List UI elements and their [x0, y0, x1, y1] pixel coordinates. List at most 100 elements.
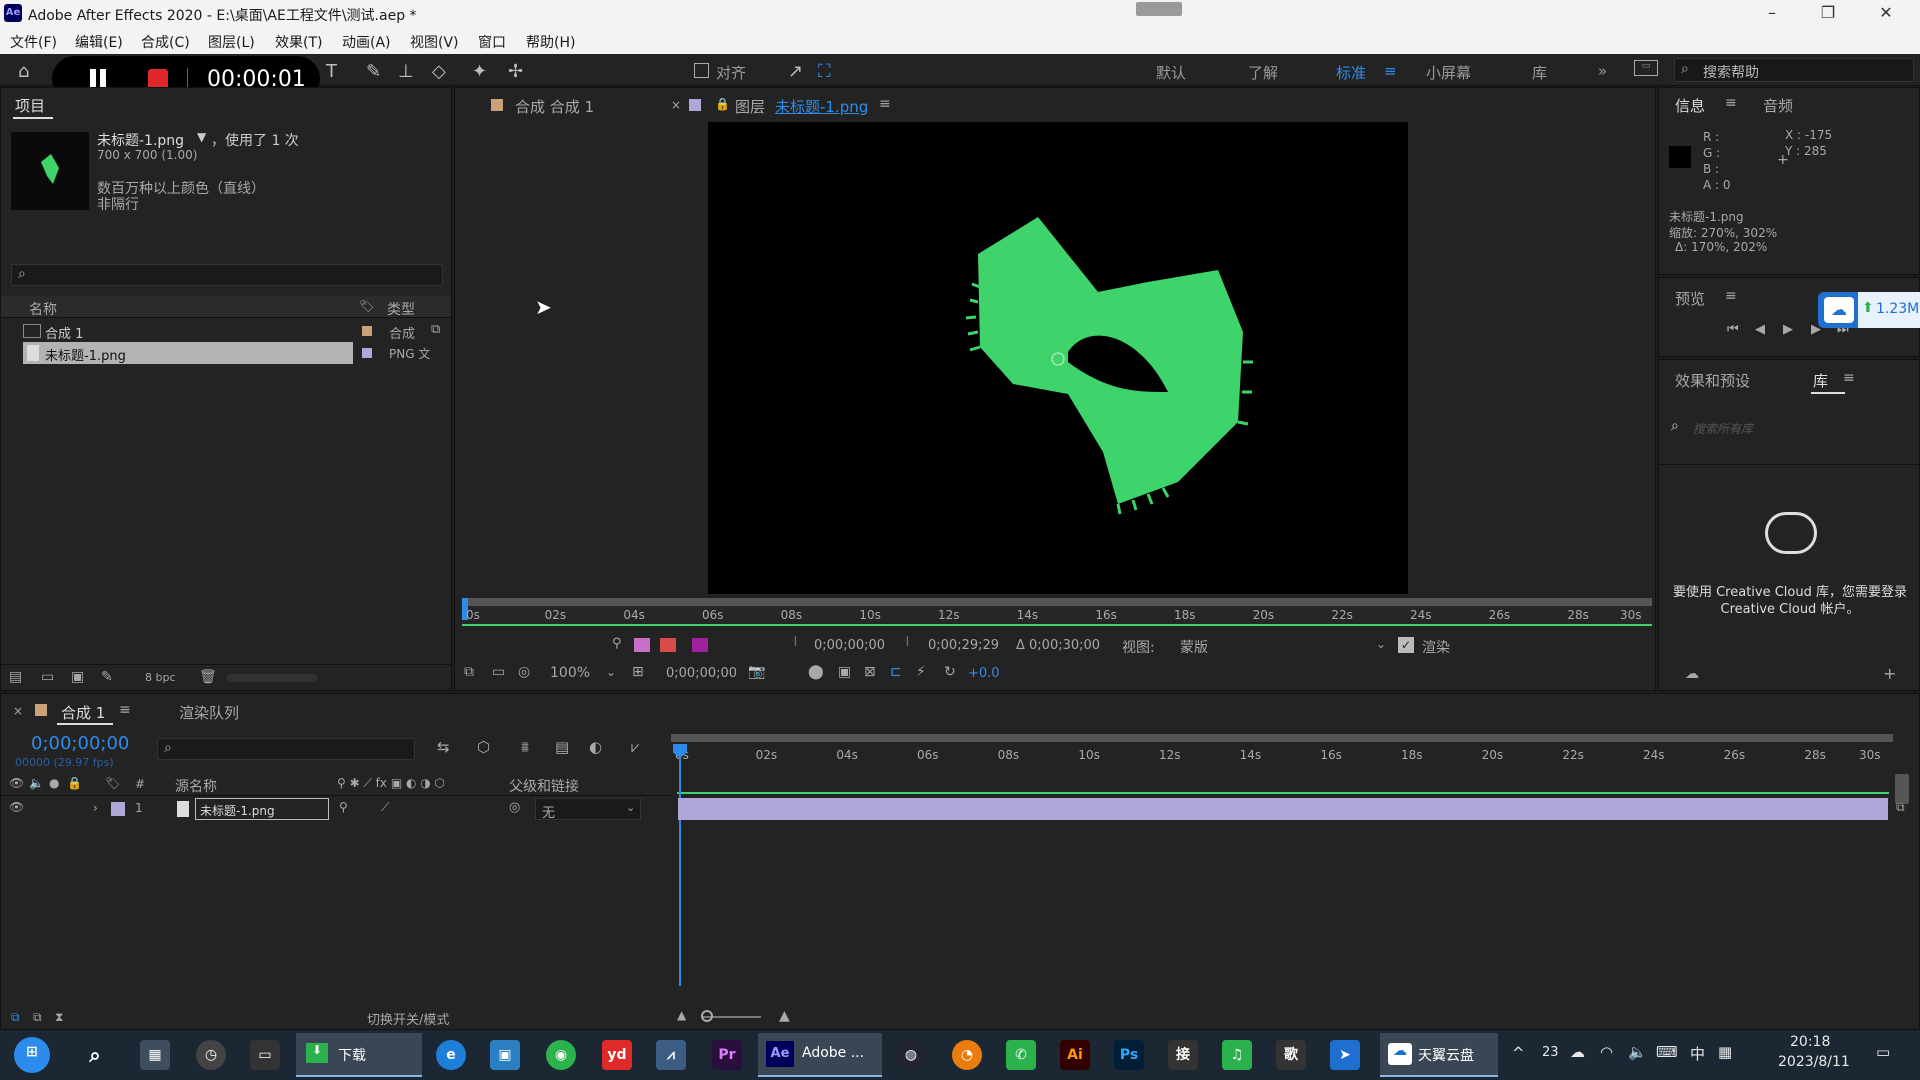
minimize-button[interactable]: – [1760, 3, 1784, 22]
color-swatch-icon[interactable] [660, 638, 676, 652]
viewer-work-area-bar[interactable] [462, 598, 1652, 606]
expand-chevron-icon[interactable]: › [93, 801, 98, 815]
new-composition-icon[interactable]: ▣ [71, 669, 84, 685]
display-icon[interactable]: ▭ [492, 664, 505, 680]
reset-exposure-icon[interactable]: ↻ [944, 664, 956, 680]
parent-link-header[interactable]: 父级和链接 [509, 776, 579, 796]
audio-speaker-icon[interactable]: 🔈 [29, 776, 44, 790]
comp-mini-flowchart-icon[interactable]: ⇆ [437, 738, 450, 756]
cinema4d-icon[interactable]: ◍ [896, 1040, 926, 1070]
play-icon[interactable]: ▶ [1783, 322, 1793, 337]
image-viewer-icon[interactable]: ▣ [490, 1040, 520, 1070]
illustrator-icon[interactable]: Ai [1060, 1040, 1090, 1070]
onedrive-icon[interactable]: ☁ [1570, 1043, 1585, 1061]
clock-date[interactable]: 2023/8/11 [1778, 1054, 1850, 1070]
wifi-icon[interactable]: ◠ [1600, 1043, 1613, 1061]
start-button-icon[interactable]: ⊞ [14, 1037, 50, 1073]
resolution-icon[interactable]: ⊞ [632, 664, 644, 680]
timeline-playhead-line[interactable] [679, 746, 681, 986]
align-checkbox-icon[interactable] [694, 63, 709, 78]
music-app-icon[interactable]: ♫ [1222, 1040, 1252, 1070]
column-type[interactable]: 类型 [387, 299, 415, 319]
magnification-dropdown[interactable]: 100% [550, 665, 590, 681]
interpret-footage-icon[interactable]: ▤ [9, 669, 22, 685]
settings-brush-icon[interactable]: ✎ [101, 669, 113, 685]
exposure-value[interactable]: +0.0 [968, 666, 1000, 681]
viewer-time-ruler[interactable]: 0s 02s 04s 06s 08s 10s 12s 14s 16s 18s 20s 22s 24s 26… [462, 598, 1652, 628]
terminal-icon[interactable]: ▭ [250, 1040, 280, 1070]
snapshot-icon[interactable]: 📷 [748, 664, 765, 680]
menu-animation[interactable]: 动画(A) [342, 32, 391, 52]
quality-switch-icon[interactable]: ⟋ [381, 800, 389, 815]
project-zoom-slider[interactable] [227, 674, 317, 682]
delete-icon[interactable]: 🗑 [199, 669, 217, 685]
motion-blur-icon[interactable]: ◐ [589, 738, 602, 756]
color-swatch-icon[interactable] [634, 638, 650, 652]
clock-time[interactable]: 20:18 [1790, 1034, 1830, 1050]
in-point-time[interactable]: 0;00;00;00 [814, 638, 885, 653]
edge-browser-icon[interactable]: e [436, 1040, 466, 1070]
restore-button[interactable]: ❐ [1816, 3, 1840, 22]
puppet-icon[interactable]: ⚲ [612, 636, 622, 651]
premiere-icon[interactable]: Pr [712, 1040, 742, 1070]
menu-composition[interactable]: 合成(C) [141, 32, 190, 52]
toggle-switches-modes[interactable]: 切换开关/模式 [367, 1009, 449, 1028]
menu-effect[interactable]: 效果(T) [275, 32, 322, 52]
layer-lock-icon[interactable]: ⧉ [1896, 800, 1905, 815]
keyboard-icon[interactable]: ⌨ [1656, 1043, 1678, 1061]
color-depth-label[interactable]: 8 bpc [145, 671, 176, 684]
clone-stamp-icon[interactable]: ⊥ [398, 61, 414, 82]
new-folder-icon[interactable]: ▭ [41, 669, 54, 685]
stop-recording-button[interactable] [148, 69, 168, 89]
cloud-upload-icon[interactable]: ☁ [1685, 666, 1699, 682]
view-dropdown[interactable]: 蒙版 [1180, 637, 1208, 657]
workspace-menu-icon[interactable]: ≡ [1384, 62, 1397, 80]
align-label[interactable]: 对齐 [716, 62, 746, 83]
screenshot-tool-icon[interactable]: ▦ [140, 1040, 170, 1070]
workspace-standard[interactable]: 标准 [1336, 62, 1366, 83]
close-tab-icon[interactable]: × [13, 704, 23, 718]
phone-app-icon[interactable]: ✆ [1006, 1040, 1036, 1070]
song-app-icon[interactable]: 歌 [1276, 1040, 1306, 1070]
taskbar-after-effects[interactable]: Ae Adobe ... [758, 1033, 882, 1077]
receive-app-icon[interactable]: 接 [1168, 1040, 1198, 1070]
search-icon[interactable]: ⌕ [80, 1040, 110, 1070]
parent-pickwhip-icon[interactable]: ◎ [509, 800, 520, 815]
tab-libraries[interactable]: 库 [1813, 370, 1828, 391]
fast-preview-icon[interactable]: ⚡ [916, 664, 926, 680]
preview-title[interactable]: 预览 [1675, 288, 1705, 309]
solo-icon[interactable]: ● [49, 776, 59, 790]
flowchart-icon[interactable]: ⧉ [431, 322, 440, 337]
work-area-bar[interactable] [671, 734, 1893, 742]
ime-grid-icon[interactable]: ▦ [1718, 1043, 1732, 1061]
render-checkbox[interactable]: ✓ [1398, 637, 1414, 653]
menu-file[interactable]: 文件(F) [10, 32, 57, 52]
taskbar-downloads[interactable]: ⬇ 下载 [296, 1033, 422, 1077]
always-preview-icon[interactable]: ⧉ [464, 664, 474, 680]
transfer-controls-icon[interactable]: ⧗ [55, 1010, 63, 1025]
search-mode-icon[interactable]: ▭ [1634, 60, 1658, 76]
eraser-icon[interactable]: ◇ [432, 61, 446, 82]
project-search-input[interactable]: ⌕ [11, 264, 443, 286]
layer-switches-icon[interactable]: ⧉ [33, 1010, 42, 1025]
mask-icon[interactable]: ◎ [518, 664, 530, 680]
snap-icon[interactable]: ↗ [788, 61, 803, 82]
layer-name-field[interactable]: 未标题-1.png [195, 798, 329, 820]
notification-icon[interactable]: ▭ [1876, 1043, 1890, 1061]
search-help-field[interactable]: ⌕ 搜索帮助 [1674, 58, 1914, 82]
previous-frame-icon[interactable]: ◀ [1755, 322, 1765, 337]
menu-edit[interactable]: 编辑(E) [75, 32, 123, 52]
lock-icon[interactable]: 🔒 [67, 776, 82, 790]
tab-menu-icon[interactable]: ≡ [1725, 95, 1737, 111]
tab-timeline-comp[interactable]: 合成 1 [61, 702, 105, 723]
ime-indicator[interactable]: 中 [1690, 1043, 1705, 1064]
tab-audio[interactable]: 音频 [1763, 95, 1793, 116]
pause-recording-button[interactable] [88, 69, 108, 89]
feishu-icon[interactable]: ➤ [1330, 1040, 1360, 1070]
menu-window[interactable]: 窗口 [478, 32, 506, 52]
zoom-out-icon[interactable]: ▲ [677, 1008, 686, 1022]
menu-help[interactable]: 帮助(H) [526, 32, 575, 52]
tab-layer-name[interactable]: 未标题-1.png [775, 96, 868, 117]
tab-render-queue[interactable]: 渲染队列 [179, 702, 239, 723]
current-time-display[interactable]: 0;00;00;00 [666, 666, 737, 681]
